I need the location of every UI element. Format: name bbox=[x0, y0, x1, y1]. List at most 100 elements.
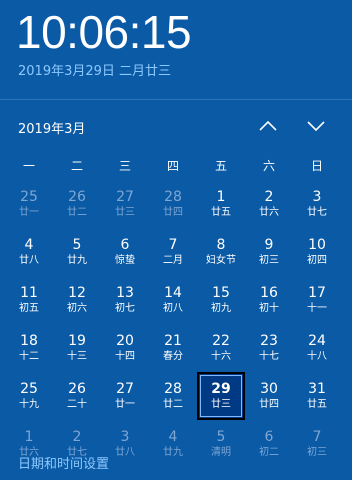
day-number: 7 bbox=[312, 429, 322, 445]
day-cell[interactable]: 5 清明 bbox=[197, 420, 245, 468]
lunar-date: 初三 bbox=[307, 447, 327, 458]
day-cell[interactable]: 1 廿五 bbox=[197, 180, 245, 228]
clock-time: 10:06:15 bbox=[16, 6, 192, 58]
day-cell[interactable]: 22 十六 bbox=[197, 324, 245, 372]
day-cell[interactable]: 18 十二 bbox=[5, 324, 53, 372]
lunar-date: 惊蛰 bbox=[115, 255, 135, 266]
day-cell-today[interactable]: 29 廿三 bbox=[197, 372, 245, 420]
day-number: 26 bbox=[68, 381, 86, 397]
lunar-date: 初二 bbox=[259, 447, 279, 458]
full-date-link[interactable]: 2019年3月29日 二月廿三 bbox=[18, 60, 171, 79]
day-cell[interactable]: 10 初四 bbox=[293, 228, 341, 276]
next-month-button[interactable] bbox=[300, 112, 332, 140]
day-cell[interactable]: 20 十四 bbox=[101, 324, 149, 372]
day-cell[interactable]: 28 廿四 bbox=[149, 180, 197, 228]
weekday-header: 六 bbox=[262, 158, 275, 173]
day-cell[interactable]: 21 春分 bbox=[149, 324, 197, 372]
lunar-date: 廿五 bbox=[211, 207, 231, 218]
day-number: 9 bbox=[264, 237, 274, 253]
day-cell[interactable]: 2 廿六 bbox=[245, 180, 293, 228]
day-number: 21 bbox=[164, 333, 182, 349]
lunar-date: 廿六 bbox=[259, 207, 279, 218]
lunar-date: 廿四 bbox=[163, 207, 183, 218]
day-number: 22 bbox=[212, 333, 230, 349]
weekday-header: 三 bbox=[118, 158, 131, 173]
day-number: 27 bbox=[116, 189, 134, 205]
day-cell[interactable]: 6 初二 bbox=[245, 420, 293, 468]
day-cell[interactable]: 9 初三 bbox=[245, 228, 293, 276]
day-cell[interactable]: 16 初十 bbox=[245, 276, 293, 324]
day-number: 8 bbox=[216, 237, 226, 253]
lunar-date: 廿四 bbox=[259, 399, 279, 410]
lunar-date: 十一 bbox=[307, 303, 327, 314]
day-number: 29 bbox=[211, 381, 231, 397]
day-number: 6 bbox=[120, 237, 130, 253]
day-cell[interactable]: 19 十三 bbox=[53, 324, 101, 372]
lunar-date: 初十 bbox=[259, 303, 279, 314]
lunar-date: 廿三 bbox=[115, 207, 135, 218]
day-cell[interactable]: 3 廿七 bbox=[293, 180, 341, 228]
day-number: 7 bbox=[168, 237, 178, 253]
lunar-date: 初四 bbox=[307, 255, 327, 266]
day-number: 6 bbox=[264, 429, 274, 445]
day-cell[interactable]: 7 二月 bbox=[149, 228, 197, 276]
day-cell[interactable]: 31 廿五 bbox=[293, 372, 341, 420]
lunar-date: 妇女节 bbox=[206, 255, 236, 266]
day-cell[interactable]: 14 初八 bbox=[149, 276, 197, 324]
day-number: 15 bbox=[212, 285, 230, 301]
day-cell[interactable]: 15 初九 bbox=[197, 276, 245, 324]
day-number: 20 bbox=[116, 333, 134, 349]
day-number: 16 bbox=[260, 285, 278, 301]
day-number: 2 bbox=[264, 189, 274, 205]
lunar-date: 十二 bbox=[19, 351, 39, 362]
date-time-settings-link[interactable]: 日期和时间设置 bbox=[18, 453, 109, 472]
day-cell[interactable]: 13 初七 bbox=[101, 276, 149, 324]
day-cell[interactable]: 25 十九 bbox=[5, 372, 53, 420]
weekday-header: 四 bbox=[166, 158, 179, 173]
day-cell[interactable]: 28 廿二 bbox=[149, 372, 197, 420]
day-cell[interactable]: 30 廿四 bbox=[245, 372, 293, 420]
day-number: 23 bbox=[260, 333, 278, 349]
day-cell[interactable]: 17 十一 bbox=[293, 276, 341, 324]
day-cell[interactable]: 4 廿九 bbox=[149, 420, 197, 468]
day-number: 4 bbox=[24, 237, 34, 253]
day-number: 18 bbox=[20, 333, 38, 349]
lunar-date: 廿三 bbox=[211, 399, 231, 410]
weekday-header: 五 bbox=[214, 158, 227, 173]
day-cell[interactable]: 6 惊蛰 bbox=[101, 228, 149, 276]
day-cell[interactable]: 8 妇女节 bbox=[197, 228, 245, 276]
lunar-date: 初八 bbox=[163, 303, 183, 314]
day-number: 28 bbox=[164, 189, 182, 205]
day-cell[interactable]: 24 十八 bbox=[293, 324, 341, 372]
day-cell[interactable]: 4 廿八 bbox=[5, 228, 53, 276]
lunar-date: 廿八 bbox=[115, 447, 135, 458]
lunar-date: 廿九 bbox=[67, 255, 87, 266]
day-cell[interactable]: 12 初六 bbox=[53, 276, 101, 324]
day-number: 26 bbox=[68, 189, 86, 205]
lunar-date: 十四 bbox=[115, 351, 135, 362]
day-cell[interactable]: 26 二十 bbox=[53, 372, 101, 420]
day-cell[interactable]: 23 十七 bbox=[245, 324, 293, 372]
lunar-date: 初六 bbox=[67, 303, 87, 314]
day-number: 5 bbox=[216, 429, 226, 445]
day-cell[interactable]: 11 初五 bbox=[5, 276, 53, 324]
day-cell[interactable]: 5 廿九 bbox=[53, 228, 101, 276]
chevron-down-icon bbox=[307, 121, 325, 132]
day-number: 25 bbox=[20, 381, 38, 397]
day-cell[interactable]: 27 廿一 bbox=[101, 372, 149, 420]
day-number: 24 bbox=[308, 333, 326, 349]
previous-month-button[interactable] bbox=[252, 112, 284, 140]
month-year-label[interactable]: 2019年3月 bbox=[18, 118, 85, 137]
lunar-date: 二十 bbox=[67, 399, 87, 410]
day-number: 2 bbox=[72, 429, 82, 445]
lunar-date: 廿一 bbox=[115, 399, 135, 410]
lunar-date: 十七 bbox=[259, 351, 279, 362]
day-cell[interactable]: 25 廿一 bbox=[5, 180, 53, 228]
lunar-date: 十六 bbox=[211, 351, 231, 362]
lunar-date: 廿一 bbox=[19, 207, 39, 218]
day-cell[interactable]: 26 廿二 bbox=[53, 180, 101, 228]
day-number: 1 bbox=[24, 429, 34, 445]
day-number: 12 bbox=[68, 285, 86, 301]
day-cell[interactable]: 27 廿三 bbox=[101, 180, 149, 228]
day-cell[interactable]: 7 初三 bbox=[293, 420, 341, 468]
